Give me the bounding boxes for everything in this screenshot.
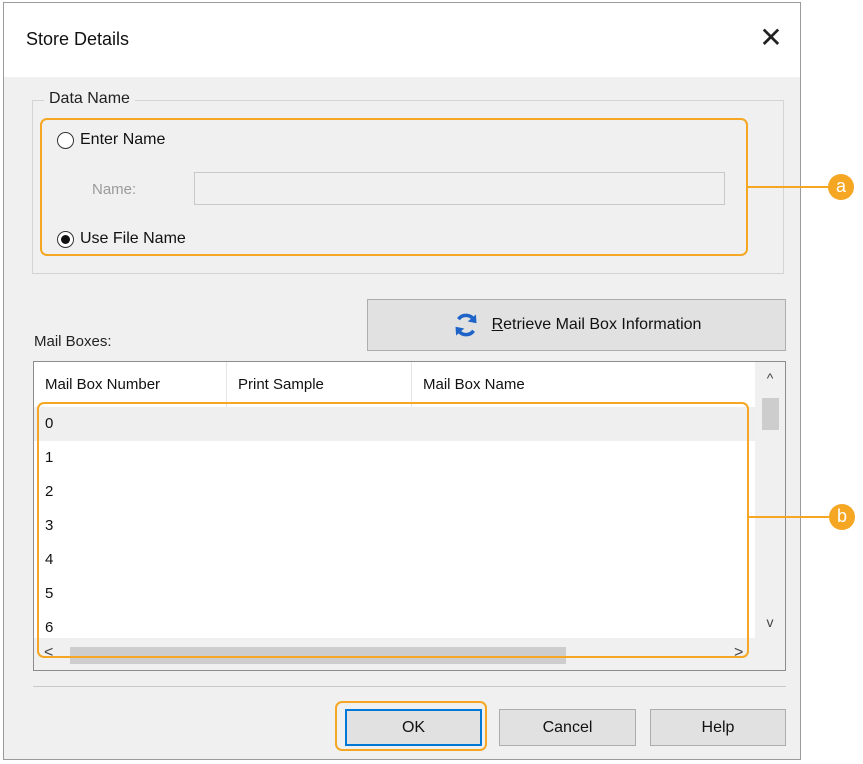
footer-separator: [33, 686, 786, 687]
retrieve-mail-box-button[interactable]: Retrieve Mail Box Information: [367, 299, 786, 351]
callout-b-box: [37, 402, 749, 658]
data-name-legend: Data Name: [44, 90, 135, 108]
help-button[interactable]: Help: [650, 709, 786, 746]
scroll-up-icon[interactable]: ^: [755, 370, 785, 386]
vertical-scrollbar[interactable]: ^ v: [755, 362, 785, 638]
callout-a-badge: a: [828, 174, 854, 200]
close-icon: ✕: [759, 22, 783, 53]
list-header: Mail Box Number Print Sample Mail Box Na…: [34, 362, 756, 407]
callout-b-line: [749, 516, 829, 518]
callout-a-line: [748, 186, 828, 188]
mail-boxes-label: Mail Boxes:: [34, 333, 112, 350]
retrieve-button-label: Retrieve Mail Box Information: [492, 316, 702, 334]
scrollbar-corner: [755, 638, 785, 670]
close-button[interactable]: ✕: [748, 17, 794, 59]
callout-a-box: [40, 118, 748, 256]
dialog-title: Store Details: [26, 29, 130, 49]
refresh-icon: [455, 313, 477, 337]
title-bar: Store Details ✕: [4, 3, 800, 77]
scroll-down-icon[interactable]: v: [755, 614, 785, 630]
callout-ok-box: [335, 701, 487, 751]
column-mail-box-number[interactable]: Mail Box Number: [34, 362, 227, 407]
retrieve-label-rest: etrieve Mail Box Information: [503, 316, 702, 333]
vertical-scroll-thumb[interactable]: [762, 398, 779, 430]
cancel-button[interactable]: Cancel: [499, 709, 636, 746]
column-mail-box-name[interactable]: Mail Box Name: [412, 362, 756, 407]
callout-b-badge: b: [829, 504, 855, 530]
column-print-sample[interactable]: Print Sample: [227, 362, 412, 407]
retrieve-mnemonic: R: [491, 316, 504, 333]
